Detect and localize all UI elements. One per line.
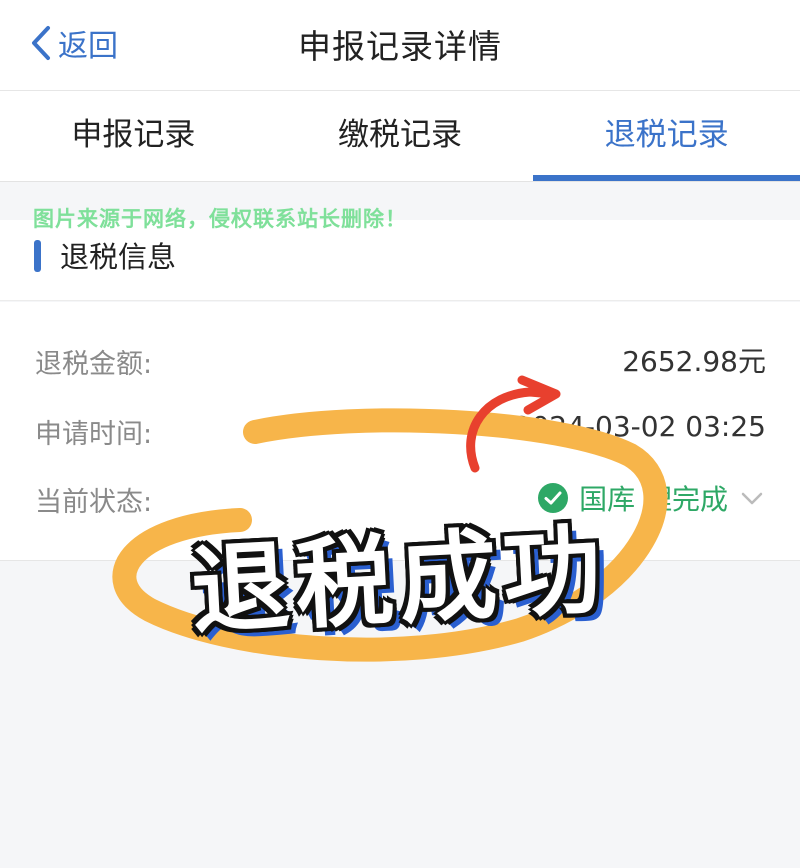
chevron-down-icon xyxy=(741,492,763,505)
section-accent-bar xyxy=(34,240,41,272)
tab-payment-records[interactable]: 缴税记录 xyxy=(267,91,534,181)
tab-bar: 申报记录 缴税记录 退税记录 xyxy=(0,91,800,182)
page-title: 申报记录详情 xyxy=(298,27,502,66)
section-title: 退税信息 xyxy=(60,240,177,274)
apply-time-row: 申请时间: 2024-03-02 03:25 xyxy=(0,402,800,462)
apply-time-label: 申请时间: xyxy=(35,419,153,450)
status-label: 当前状态: xyxy=(35,487,153,518)
watermark-text: 图片来源于网络，侵权联系站长删除！ xyxy=(33,207,407,231)
refund-success-sticker: 退税成功 xyxy=(188,513,610,649)
tab-refund-records[interactable]: 退税记录 xyxy=(533,91,800,181)
refund-amount-row: 退税金额: 2652.98元 xyxy=(0,332,800,392)
refund-amount-value: 2652.98元 xyxy=(622,345,766,378)
refund-amount-label: 退税金额: xyxy=(35,349,153,380)
apply-time-value: 2024-03-02 03:25 xyxy=(513,410,766,443)
navbar: 返回 申报记录详情 xyxy=(0,0,800,91)
tab-declaration-records[interactable]: 申报记录 xyxy=(0,91,267,181)
